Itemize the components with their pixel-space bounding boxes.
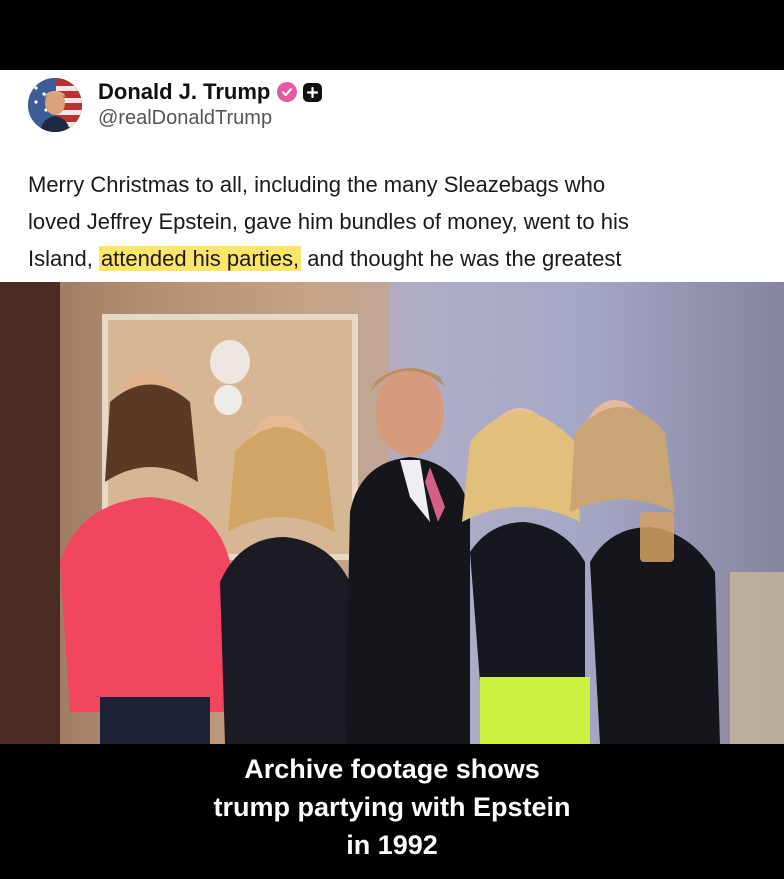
highlighted-text: attended his parties, [98,246,302,271]
avatar-flag-icon [28,78,82,132]
post-text-segment: and thought he was the greatest [301,246,622,271]
post-text-line: Merry Christmas to all, including the ma… [28,172,606,197]
author-display-name[interactable]: Donald J. Trump [98,79,270,105]
caption-line: trump partying with Epstein [213,792,571,822]
video-caption: Archive footage shows trump partying wit… [0,750,784,864]
post-card: Donald J. Trump @realDonaldTrump Merry C… [0,70,784,282]
caption-line: in 1992 [346,830,438,860]
post-body: Merry Christmas to all, including the ma… [28,166,778,277]
post-text-line: Island, attended his parties, and though… [28,240,778,277]
party-photo-illustration [0,282,784,744]
caption-line: Archive footage shows [244,754,540,784]
archive-photo[interactable] [0,282,784,744]
author-handle[interactable]: @realDonaldTrump [98,107,272,130]
post-text-line: loved Jeffrey Epstein, gave him bundles … [28,209,629,234]
avatar[interactable] [28,78,82,132]
verified-badge-icon [277,82,298,102]
top-black-bar [0,0,784,70]
post-text-segment: Island, [28,246,99,271]
plus-badge-icon [303,82,323,102]
author-name-row: Donald J. Trump [98,78,323,106]
